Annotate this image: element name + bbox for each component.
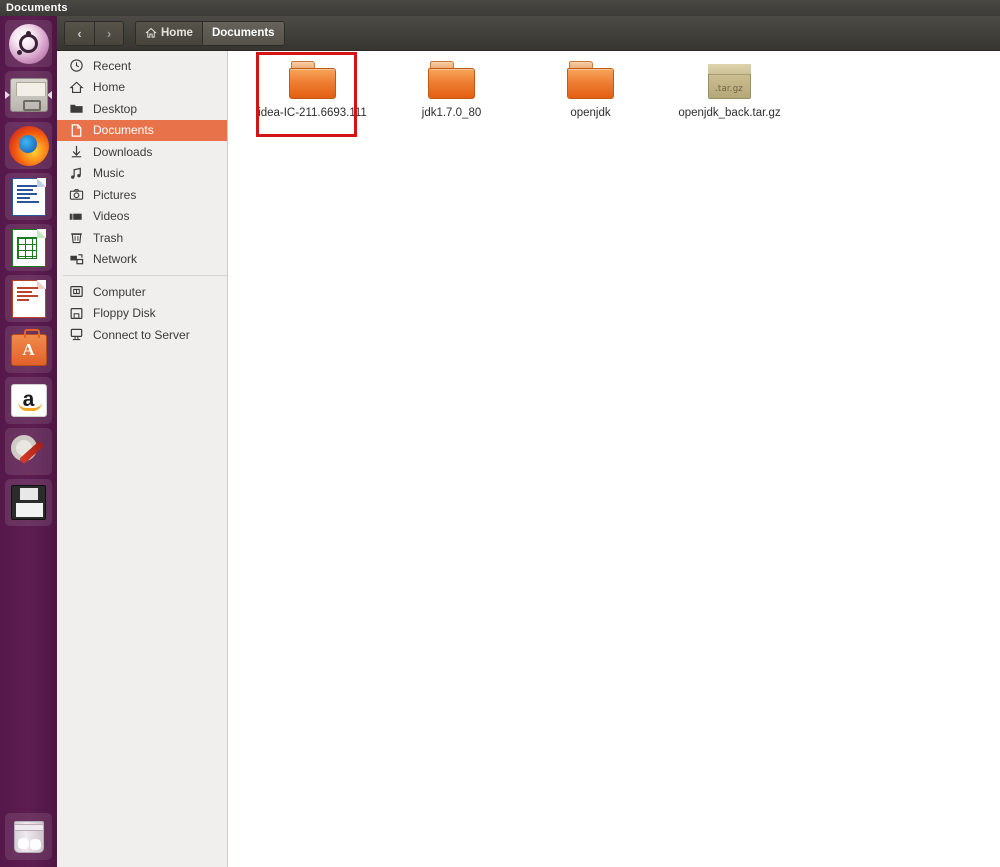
breadcrumb-label-documents: Documents bbox=[211, 27, 275, 39]
file-manager-icon bbox=[9, 77, 48, 112]
folder-icon bbox=[427, 61, 476, 101]
firefox-icon bbox=[8, 125, 49, 166]
sidebar-label-music: Music bbox=[93, 166, 125, 181]
file-label: openjdk_back.tar.gz bbox=[678, 107, 781, 119]
sidebar-item-documents[interactable]: Documents bbox=[57, 119, 227, 141]
sidebar-label-connect-to-server: Connect to Server bbox=[93, 327, 190, 342]
breadcrumb-item-home[interactable]: Home bbox=[136, 21, 202, 45]
file-label: openjdk bbox=[570, 107, 611, 119]
ubuntu-desktop: Documents A a ‹ › Home Documents Recent … bbox=[0, 0, 1000, 867]
network-icon bbox=[69, 252, 84, 267]
launcher-item-writer[interactable] bbox=[5, 173, 52, 220]
sidebar-label-computer: Computer bbox=[93, 284, 146, 299]
sidebar-item-connect-to-server[interactable]: Connect to Server bbox=[57, 324, 227, 346]
top-panel: Documents bbox=[0, 0, 1000, 16]
sidebar-label-documents: Documents bbox=[93, 123, 154, 138]
trash-icon bbox=[13, 820, 44, 853]
file-label: idea-IC-211.6693.111 bbox=[258, 107, 367, 119]
sidebar-item-desktop[interactable]: Desktop bbox=[57, 98, 227, 120]
breadcrumb-label-home: Home bbox=[161, 27, 193, 39]
back-button[interactable]: ‹ bbox=[65, 21, 94, 45]
launcher-item-amazon[interactable]: a bbox=[5, 377, 52, 424]
breadcrumb-item-documents[interactable]: Documents bbox=[201, 21, 284, 45]
sidebar-item-music[interactable]: Music bbox=[57, 163, 227, 185]
sidebar-item-videos[interactable]: Videos bbox=[57, 206, 227, 228]
sidebar-item-trash[interactable]: Trash bbox=[57, 227, 227, 249]
folder-icon bbox=[288, 61, 337, 101]
sidebar-label-downloads: Downloads bbox=[93, 144, 153, 159]
launcher-item-settings[interactable] bbox=[5, 428, 52, 475]
spreadsheet-icon bbox=[11, 228, 46, 267]
folder-icon bbox=[566, 61, 615, 101]
video-camera-icon bbox=[69, 209, 84, 224]
sidebar-label-trash: Trash bbox=[93, 230, 124, 245]
window-toolbar: ‹ › Home Documents bbox=[57, 16, 1000, 51]
sidebar-label-desktop: Desktop bbox=[93, 101, 138, 116]
sidebar-item-home[interactable]: Home bbox=[57, 77, 227, 99]
icon-grid: idea-IC-211.6693.111 jdk1.7.0_80 openjdk… bbox=[229, 51, 1000, 121]
launcher-item-firefox[interactable] bbox=[5, 122, 52, 169]
window-title: Documents bbox=[6, 2, 68, 14]
sidebar-item-pictures[interactable]: Pictures bbox=[57, 184, 227, 206]
sidebar-label-home: Home bbox=[93, 80, 126, 95]
forward-button[interactable]: › bbox=[94, 21, 123, 45]
file-list-view[interactable]: idea-IC-211.6693.111 jdk1.7.0_80 openjdk… bbox=[229, 51, 1000, 867]
file-item-openjdk[interactable]: openjdk bbox=[521, 55, 660, 121]
presentation-icon bbox=[11, 279, 46, 318]
camera-icon bbox=[69, 187, 84, 202]
sidebar-item-floppy-disk[interactable]: Floppy Disk bbox=[57, 303, 227, 325]
archive-tag-label: .tar.gz bbox=[715, 84, 743, 94]
sidebar-label-videos: Videos bbox=[93, 209, 130, 224]
unity-launcher[interactable]: A a bbox=[0, 16, 57, 867]
launcher-item-software[interactable]: A bbox=[5, 326, 52, 373]
sidebar-label-recent: Recent bbox=[93, 58, 132, 73]
software-center-icon: A bbox=[10, 328, 47, 366]
launcher-item-calc[interactable] bbox=[5, 224, 52, 271]
home-icon bbox=[69, 80, 84, 95]
sidebar-item-network[interactable]: Network bbox=[57, 249, 227, 271]
sidebar-item-computer[interactable]: Computer bbox=[57, 281, 227, 303]
connect-server-icon bbox=[69, 327, 84, 342]
floppy-disk-icon bbox=[11, 485, 46, 520]
document-icon bbox=[11, 177, 46, 216]
sidebar-item-recent[interactable]: Recent bbox=[57, 55, 227, 77]
computer-icon bbox=[69, 284, 84, 299]
launcher-item-trash[interactable] bbox=[5, 813, 52, 860]
focused-indicator-icon bbox=[47, 90, 52, 99]
sidebar-label-pictures: Pictures bbox=[93, 187, 137, 202]
archive-icon: .tar.gz bbox=[707, 61, 752, 101]
document-icon bbox=[69, 123, 84, 138]
music-note-icon bbox=[69, 166, 84, 181]
breadcrumb: Home Documents bbox=[135, 20, 285, 46]
launcher-item-files[interactable] bbox=[5, 71, 52, 118]
navigation-buttons: ‹ › bbox=[64, 20, 124, 46]
download-arrow-icon bbox=[69, 144, 84, 159]
file-label: jdk1.7.0_80 bbox=[421, 107, 482, 119]
sidebar-label-network: Network bbox=[93, 252, 138, 267]
trash-icon bbox=[69, 230, 84, 245]
gear-wrench-icon bbox=[9, 432, 49, 472]
launcher-item-floppy[interactable] bbox=[5, 479, 52, 526]
clock-icon bbox=[69, 58, 84, 73]
sidebar-item-downloads[interactable]: Downloads bbox=[57, 141, 227, 163]
amazon-icon: a bbox=[10, 384, 47, 417]
floppy-disk-icon bbox=[69, 306, 84, 321]
file-item-idea[interactable]: idea-IC-211.6693.111 bbox=[243, 55, 382, 121]
places-sidebar[interactable]: Recent Home Desktop Documents Downloads bbox=[57, 51, 228, 867]
file-item-openjdk-archive[interactable]: .tar.gz openjdk_back.tar.gz bbox=[660, 55, 799, 121]
desktop-folder-icon bbox=[69, 101, 84, 116]
file-item-jdk[interactable]: jdk1.7.0_80 bbox=[382, 55, 521, 121]
ubuntu-icon bbox=[8, 23, 49, 64]
sidebar-separator bbox=[63, 275, 227, 276]
launcher-item-impress[interactable] bbox=[5, 275, 52, 322]
sidebar-label-floppy-disk: Floppy Disk bbox=[93, 306, 156, 321]
home-icon bbox=[145, 27, 157, 38]
launcher-item-ubuntu-dash[interactable] bbox=[5, 20, 52, 67]
